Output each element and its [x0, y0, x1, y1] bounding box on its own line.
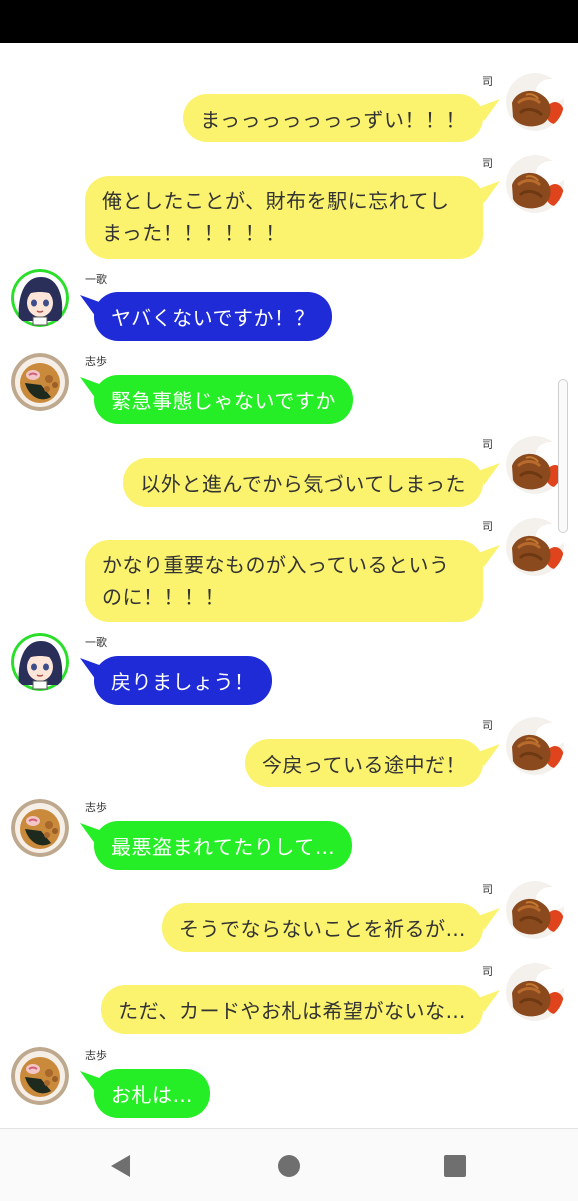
sender-name: 司 — [482, 75, 493, 88]
message-bubble[interactable]: かなり重要なものが入っているというのに！！！！ — [85, 540, 483, 622]
message-bubble[interactable]: 緊急事態じゃないですか — [94, 375, 353, 424]
bubble-tail — [478, 545, 500, 567]
sender-name: 司 — [482, 157, 493, 170]
message-bubble[interactable]: お札は… — [94, 1069, 210, 1118]
message-bubble[interactable]: 以外と進んでから気づいてしまった — [123, 458, 483, 507]
sender-name: 一歌 — [85, 636, 107, 649]
message-bubble[interactable]: ただ、カードやお札は希望がないな… — [101, 985, 483, 1034]
bubble-tail — [478, 908, 500, 930]
navigation-bar — [0, 1128, 578, 1201]
ramen-icon[interactable] — [11, 353, 69, 411]
sender-name: 志歩 — [85, 355, 107, 368]
food-icon[interactable] — [506, 963, 564, 1021]
bubble-tail — [478, 181, 500, 203]
food-icon[interactable] — [506, 436, 564, 494]
food-icon[interactable] — [506, 155, 564, 213]
sender-name: 一歌 — [85, 273, 107, 286]
home-circle-icon[interactable] — [276, 1153, 302, 1179]
sender-name: 志歩 — [85, 801, 107, 814]
recent-square-icon[interactable] — [442, 1153, 468, 1179]
sender-name: 司 — [482, 883, 493, 896]
message-bubble[interactable]: ヤバくないですか！？ — [94, 292, 332, 341]
message-bubble[interactable]: まっっっっっっっずい！！！ — [183, 94, 483, 142]
status-bar — [0, 0, 578, 43]
message-bubble[interactable]: 今戻っている途中だ！ — [245, 739, 483, 787]
back-triangle-icon[interactable] — [108, 1153, 134, 1179]
message-bubble[interactable]: そうでならないことを祈るが… — [162, 903, 483, 952]
ramen-icon[interactable] — [11, 1047, 69, 1105]
bubble-tail — [478, 463, 500, 485]
bubble-tail — [478, 990, 500, 1012]
sender-name: 司 — [482, 438, 493, 451]
anime-girl-icon[interactable] — [11, 269, 69, 327]
bubble-tail — [478, 99, 500, 121]
bubble-tail — [478, 744, 500, 766]
food-icon[interactable] — [506, 518, 564, 576]
ramen-icon[interactable] — [11, 799, 69, 857]
message-bubble[interactable]: 俺としたことが、財布を駅に忘れてしまった！！！！！！ — [85, 176, 483, 259]
message-bubble[interactable]: 最悪盗まれてたりして… — [94, 821, 353, 870]
food-icon[interactable] — [506, 717, 564, 775]
food-icon[interactable] — [506, 73, 564, 131]
anime-girl-icon[interactable] — [11, 633, 69, 691]
chat-area[interactable]: 司 まっっっっっっっずい！！！ 司 俺としたことが、財布を駅に忘れてしまった！！… — [0, 43, 578, 1128]
sender-name: 司 — [482, 520, 493, 533]
sender-name: 司 — [482, 965, 493, 978]
message-bubble[interactable]: 戻りましょう！ — [94, 656, 272, 705]
sender-name: 志歩 — [85, 1049, 107, 1062]
scrollbar[interactable] — [558, 379, 568, 533]
sender-name: 司 — [482, 719, 493, 732]
food-icon[interactable] — [506, 881, 564, 939]
